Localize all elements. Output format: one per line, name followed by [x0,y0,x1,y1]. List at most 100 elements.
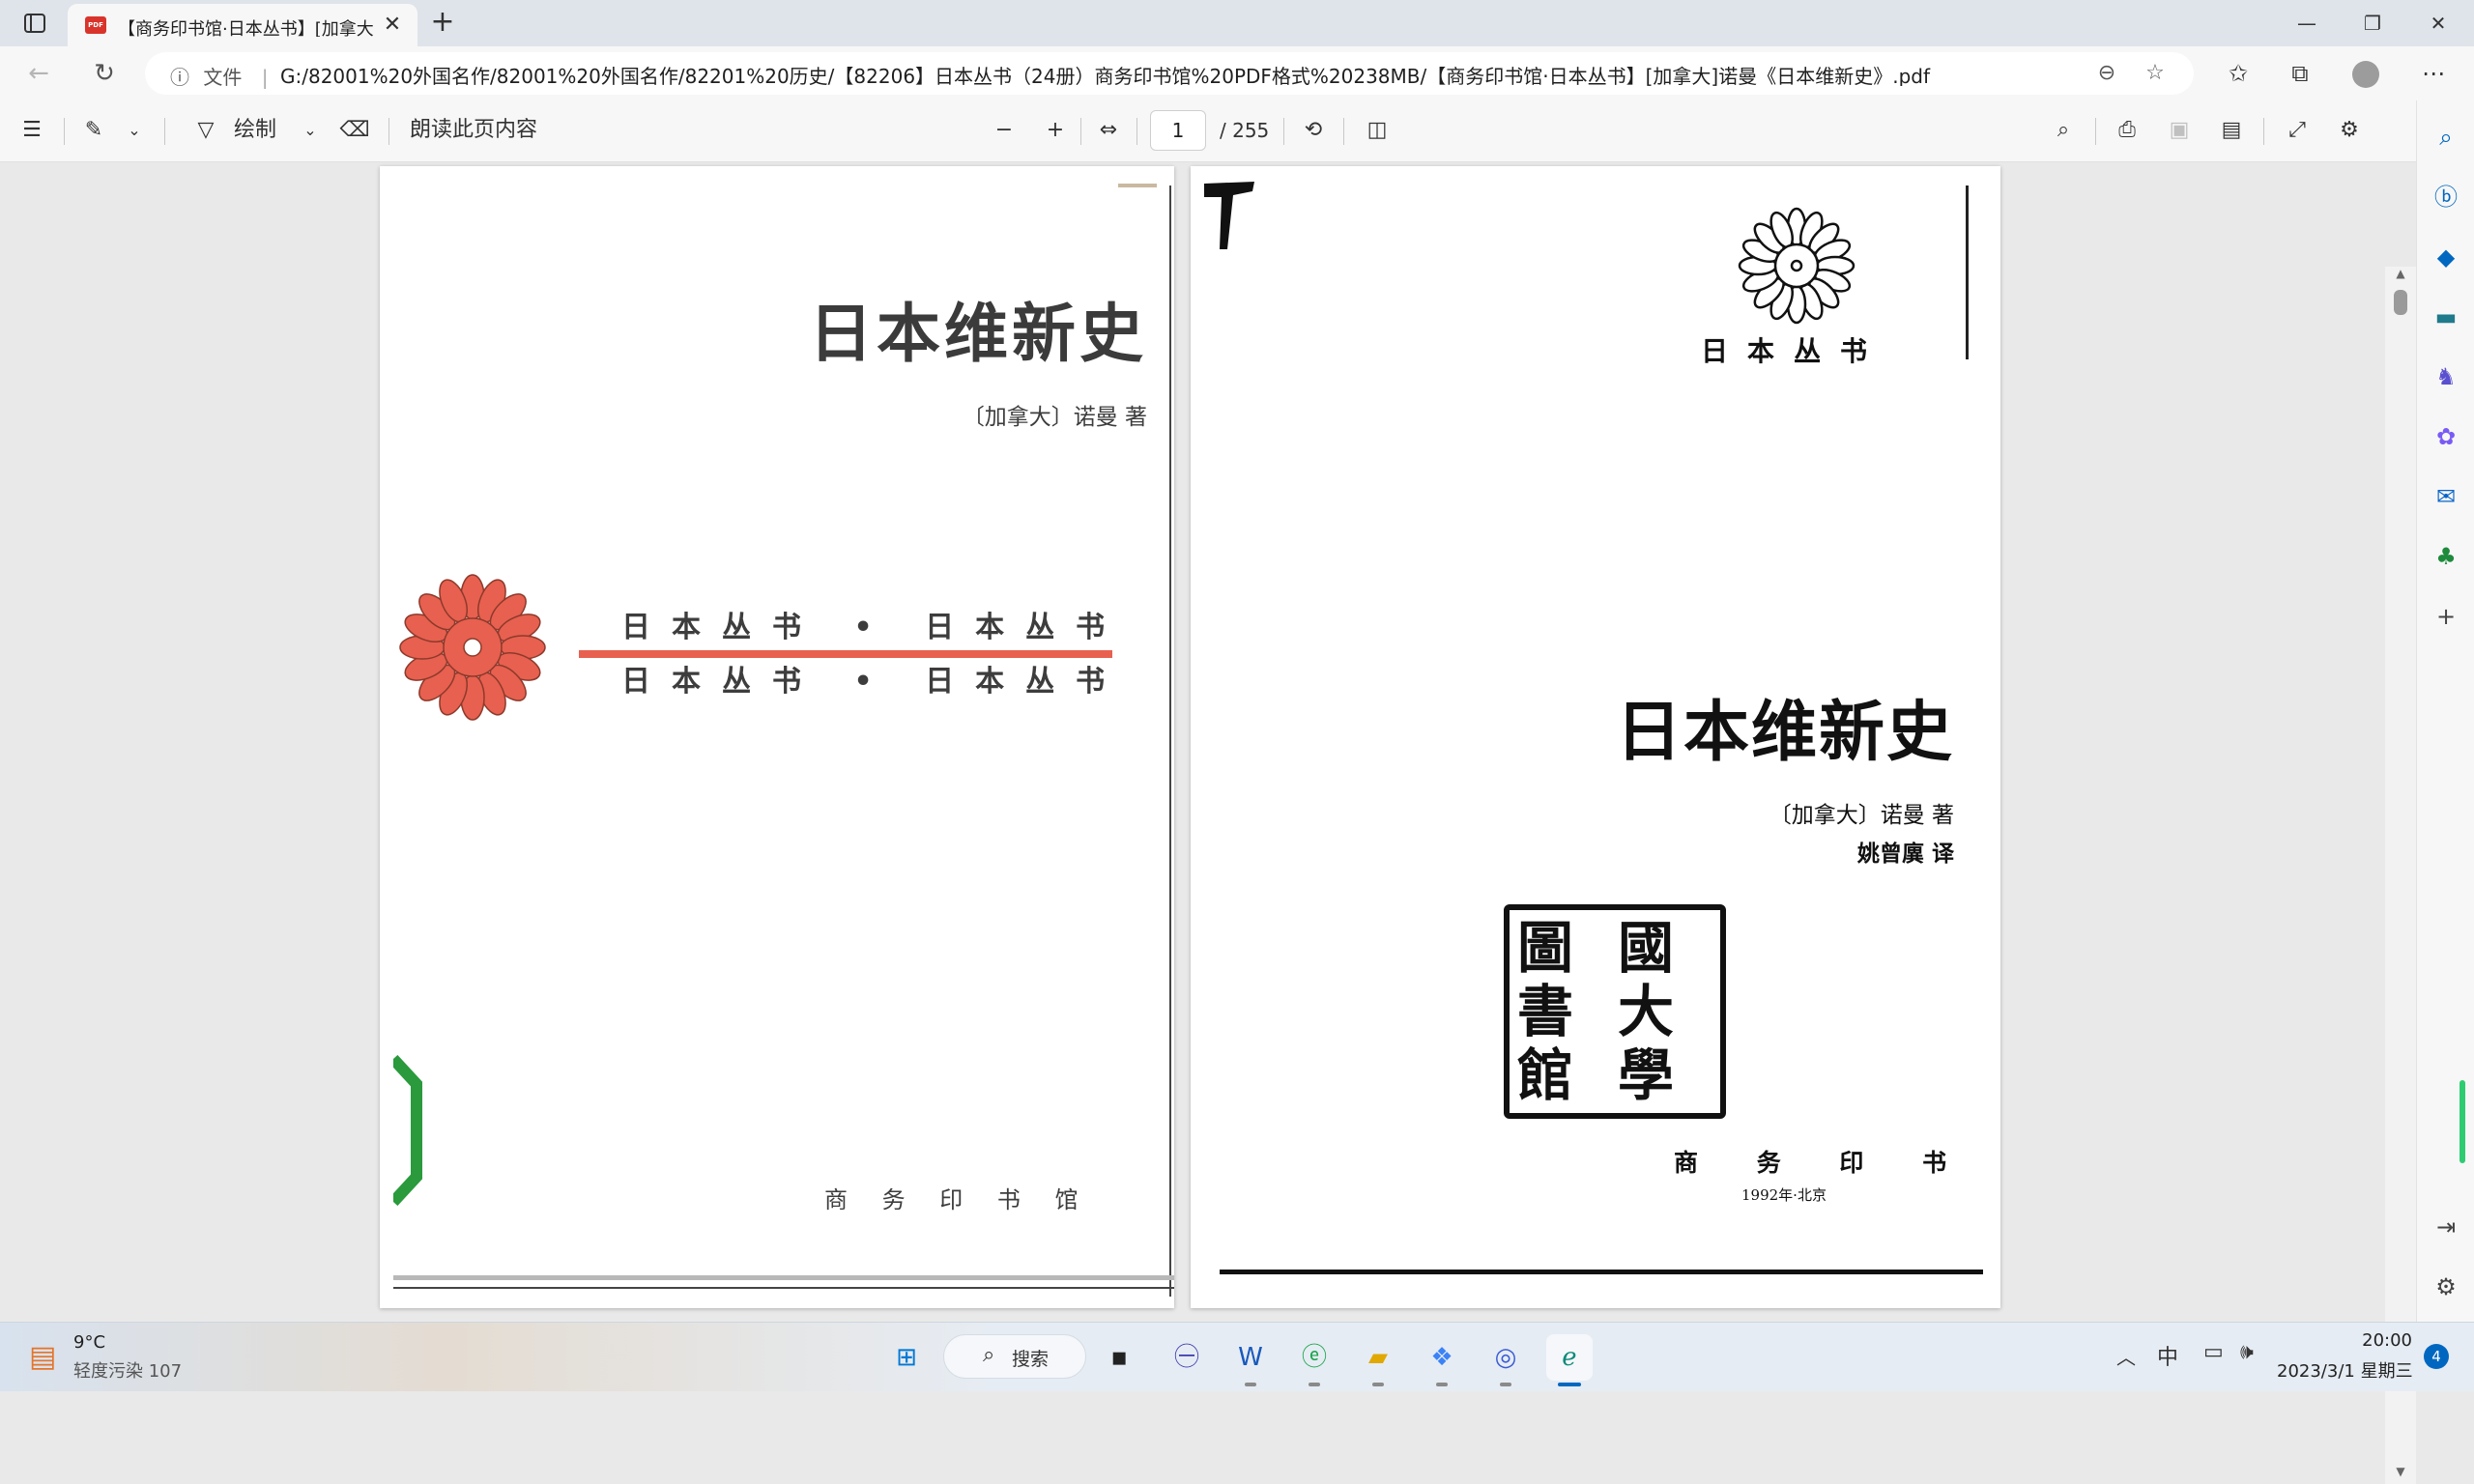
save-as-icon[interactable]: ▤ [2215,114,2248,147]
active-indicator [1558,1383,1581,1386]
chevron-down-icon[interactable]: ⌄ [298,114,323,147]
shopping-tag-icon[interactable]: ◆ [2429,240,2463,274]
back-button[interactable]: ← [19,56,58,91]
rotate-icon[interactable]: ⟲ [1297,114,1330,147]
fullscreen-icon[interactable]: ⤢ [2281,114,2314,147]
start-button-icon[interactable]: ⊞ [883,1334,930,1381]
scrollbar-thumb[interactable] [2394,290,2407,315]
book-title: 日本维新史 [1615,694,1954,771]
sidebar-add-icon[interactable]: + [2429,599,2463,634]
collections-icon[interactable]: ⧉ [2281,56,2319,91]
library-label-icon [393,1055,422,1206]
ie-app-icon[interactable]: ⓔ [1291,1334,1338,1381]
sidebar-settings-icon[interactable]: ⚙ [2429,1270,2463,1304]
pdf-toolbar: ☰ ✎ ⌄ ▽ 绘制 ⌄ ⌫ 朗读此页内容 − + ⇔ 1 / 255 ⟲ ◫ … [0,100,2416,162]
sidebar-search-icon[interactable]: ⌕ [2429,120,2463,155]
info-icon: ⓘ [170,66,189,89]
running-indicator [1372,1383,1384,1386]
seal-char: 學 [1618,1042,1675,1108]
edge-app-icon[interactable]: ℯ [1546,1334,1593,1381]
taskbar-search-label: 搜索 [1012,1349,1050,1370]
word-app-icon[interactable]: W [1227,1334,1274,1381]
library-seal: 國 大 學 圖 書 館 [1504,904,1726,1119]
favorites-icon[interactable]: ✩ [2219,56,2258,91]
outlook-icon[interactable]: ✉ [2429,479,2463,514]
tools-icon[interactable]: ▬ [2429,300,2463,334]
scroll-up-icon[interactable]: ▲ [2393,267,2408,282]
page-number-input[interactable]: 1 [1150,110,1206,151]
page-mark [1118,184,1157,187]
pdf-page-title: 日本丛书 日本维新史 〔加拿大〕诺曼 著 姚曾廙 译 國 大 學 圖 書 館 商… [1191,166,2000,1308]
page-total: / 255 [1220,119,1270,142]
browser-app-icon[interactable]: ◎ [1482,1334,1529,1381]
publication-info: 1992年·北京 [1741,1186,1827,1204]
file-explorer-icon[interactable]: ▰ [1355,1334,1401,1381]
network-icon[interactable]: ▭ [2203,1340,2232,1371]
seal-char: 國 [1618,915,1675,981]
toolbar-divider [1343,118,1344,145]
bing-chat-icon[interactable]: ⓑ [2429,180,2463,214]
taskbar-search[interactable]: ⌕ 搜索 [943,1334,1086,1379]
zoom-in-icon[interactable]: + [1039,114,1072,147]
pdf-file-icon: PDF [85,16,106,34]
notification-badge[interactable]: 4 [2424,1344,2449,1369]
pdf-document-view[interactable]: 日本维新史 〔加拿大〕诺曼 著 日本丛书 • 日本丛书 日本丛书 • 日本丛书 … [0,162,2416,1484]
sidebar-collapse-icon[interactable]: ⇥ [2429,1210,2463,1244]
zoom-out-icon[interactable]: − [988,114,1021,147]
table-of-contents-icon[interactable]: ☰ [15,114,48,147]
vertical-scrollbar[interactable]: ▲ ▼ [2385,267,2416,1484]
weather-temp[interactable]: 9°C [73,1332,228,1356]
restore-button[interactable]: ❐ [2339,4,2406,43]
add-favorite-icon[interactable]: ☆ [2140,60,2171,87]
scroll-down-icon[interactable]: ▼ [2393,1465,2408,1480]
volume-icon[interactable]: 🕪 [2240,1340,2269,1371]
site-info-button[interactable]: ⓘ 文件 | [170,62,286,89]
weather-icon[interactable]: ▤ [29,1338,62,1377]
read-aloud-button[interactable]: 朗读此页内容 [410,114,564,147]
profile-avatar[interactable] [2346,56,2385,91]
draw-label[interactable]: 绘制 [230,114,280,147]
page-view-icon[interactable]: ◫ [1361,114,1394,147]
task-view-icon[interactable]: ▪ [1096,1334,1142,1381]
series-name: 日本丛书 [1701,335,1887,367]
ime-indicator[interactable]: 中 [2157,1340,2186,1371]
weather-desc[interactable]: 轻度污染 107 [73,1357,267,1382]
save-icon[interactable]: ▣ [2163,114,2196,147]
hidden-icons-chevron-icon[interactable]: ︿ [2116,1342,2143,1371]
highlight-icon[interactable]: ✎ [77,114,110,147]
print-icon[interactable]: ⎙ [2111,114,2143,147]
microsoft-365-icon[interactable]: ✿ [2429,419,2463,454]
eraser-icon[interactable]: ⌫ [338,114,371,147]
publisher-name: 商 务 印 书 馆 [824,1186,1092,1213]
photos-app-icon[interactable]: ❖ [1419,1334,1465,1381]
page-edge-line [1966,186,1969,359]
translator-app-icon[interactable]: ㊀ [1164,1334,1210,1381]
games-icon[interactable]: ♞ [2429,359,2463,394]
address-divider: | [261,66,269,89]
chrysanthemum-emblem-icon [399,574,546,721]
chevron-down-icon[interactable]: ⌄ [122,114,147,147]
pdf-settings-icon[interactable]: ⚙ [2333,114,2366,147]
zoom-icon[interactable]: ⊖ [2091,60,2122,87]
browser-tab-active[interactable]: PDF 【商务印书馆·日本丛书】[加拿大 ✕ [68,4,417,46]
refresh-button[interactable]: ↻ [85,56,124,91]
tab-actions-menu-button[interactable] [15,6,54,41]
page-bottom-line [1220,1270,1983,1274]
edge-sidebar: ⌕ ⓑ ◆ ▬ ♞ ✿ ✉ ♣ + ⇥ ⚙ [2416,100,2474,1322]
page-corner-mark [1204,182,1254,249]
address-bar[interactable]: ⓘ 文件 | G:/82001%20外国名作/82001%20外国名作/8220… [145,52,2194,95]
clock-time[interactable]: 20:00 [2319,1330,2412,1356]
fit-to-width-icon[interactable]: ⇔ [1092,114,1125,147]
search-icon[interactable]: ⌕ [2047,114,2080,147]
settings-more-icon[interactable]: ⋯ [2414,56,2453,91]
new-tab-button[interactable]: + [425,6,460,41]
clock-date[interactable]: 2023/3/1 星期三 [2277,1357,2413,1383]
minimize-button[interactable]: — [2273,4,2341,43]
tree-icon[interactable]: ♣ [2429,539,2463,574]
toolbar-divider [388,118,389,145]
url-text[interactable]: G:/82001%20外国名作/82001%20外国名作/82201%20历史/… [280,61,2078,86]
draw-icon[interactable]: ▽ [189,114,222,147]
running-indicator [1245,1383,1256,1386]
close-window-button[interactable]: ✕ [2404,4,2472,43]
tab-close-icon[interactable]: ✕ [379,12,406,39]
